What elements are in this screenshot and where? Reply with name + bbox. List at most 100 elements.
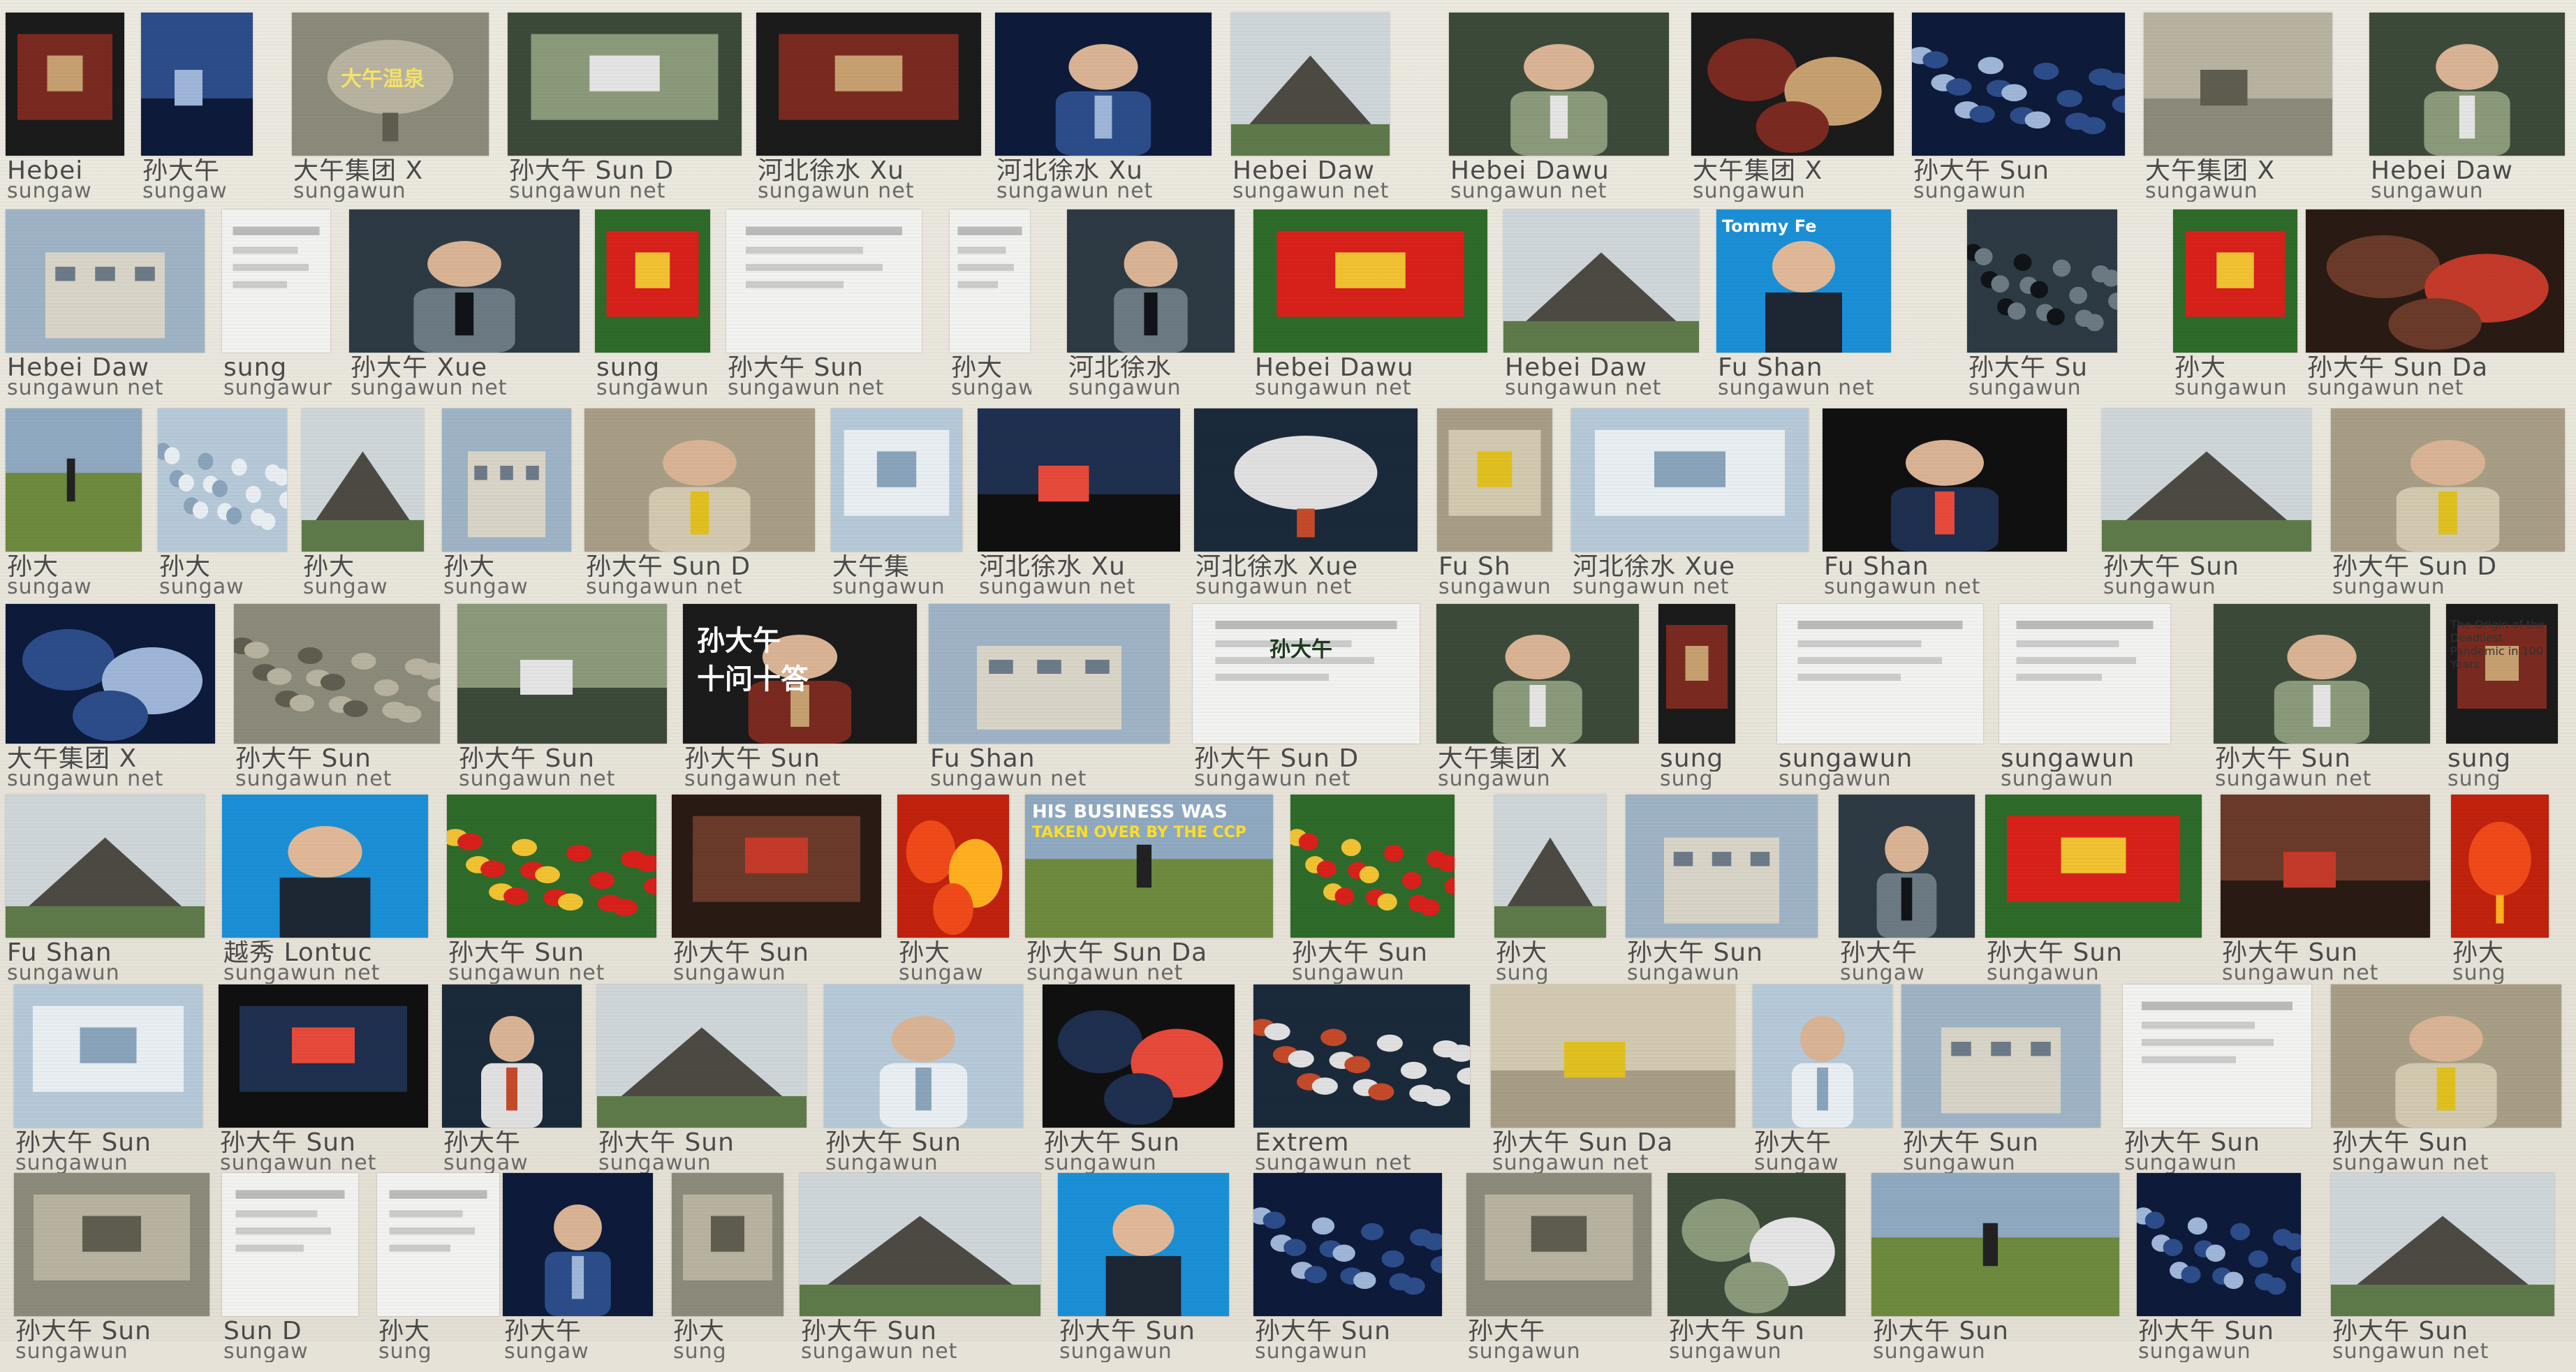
result-thumbnail[interactable] (897, 795, 1009, 938)
result-title[interactable]: Fu Sh (1438, 554, 1554, 580)
result-thumbnail[interactable] (14, 984, 203, 1128)
result-title[interactable]: 越秀 Lontuc (223, 941, 429, 966)
result-thumbnail[interactable] (2331, 984, 2561, 1128)
result-thumbnail[interactable] (1839, 795, 1975, 938)
image-result[interactable]: 孙大午 sungaw (141, 13, 253, 212)
result-thumbnail[interactable] (1503, 209, 1699, 353)
image-result[interactable]: 孙大午 Sun sungawun (672, 795, 881, 994)
image-result[interactable]: HIS BUSINESS WAS TAKEN OVER BY THE CCP 孙大午… (1025, 795, 1273, 994)
result-title[interactable]: 孙大 (2452, 941, 2550, 966)
result-thumbnail[interactable] (141, 13, 253, 156)
image-result[interactable]: 孙大午 Sun sungawun (1058, 1173, 1229, 1372)
result-title[interactable]: Hebei Dawu (1450, 158, 1670, 184)
result-thumbnail[interactable] (2144, 13, 2332, 156)
result-title[interactable]: sungawun (2001, 746, 2172, 772)
image-result[interactable]: 孙大午 sungaw (1839, 795, 1975, 994)
image-result[interactable]: 孙大午 Sun sungawun net (234, 604, 440, 799)
result-title[interactable]: 孙大午 Sun (1292, 941, 1456, 966)
result-thumbnail[interactable] (447, 795, 656, 938)
result-title[interactable]: Hebei Daw (1505, 355, 1700, 381)
result-title[interactable]: Sun D (223, 1319, 360, 1344)
image-result[interactable]: 大午集 sungawun (831, 408, 962, 607)
result-title[interactable]: sung (223, 355, 332, 381)
result-thumbnail[interactable] (442, 984, 582, 1128)
result-thumbnail[interactable] (442, 408, 571, 552)
image-result[interactable]: 孙大午 sungaw (442, 984, 582, 1183)
result-title[interactable]: 孙大午 Sun (1873, 1319, 2121, 1344)
result-title[interactable]: 孙大午 Sun (2124, 1130, 2313, 1156)
image-result[interactable]: Hebei Daw sungawun net (6, 209, 205, 408)
result-thumbnail[interactable]: 孙大午 (1193, 604, 1420, 744)
result-title[interactable]: 孙大 (159, 554, 288, 580)
result-title[interactable]: 孙大午 Sun D (2332, 554, 2566, 580)
image-result[interactable]: 孙大午 Sun sungawun (14, 1173, 209, 1372)
result-title[interactable]: Hebei Daw (1232, 158, 1391, 184)
result-thumbnail[interactable] (726, 209, 922, 353)
result-thumbnail[interactable] (158, 408, 287, 552)
result-thumbnail[interactable] (1466, 1173, 1651, 1316)
image-result[interactable]: 孙大午 Sun sungawun (2102, 408, 2311, 607)
result-title[interactable]: 河北徐水 Xue (1195, 554, 1419, 580)
image-result[interactable]: 孙大午 Sun sungawun (2137, 1173, 2301, 1372)
result-thumbnail[interactable] (1777, 604, 1983, 744)
image-result[interactable]: 孙大午 Sun sungawun net (2214, 604, 2430, 799)
result-thumbnail[interactable] (6, 209, 205, 353)
image-result[interactable]: 孙大午 Sun sungawun net (800, 1173, 1040, 1372)
image-result[interactable]: 孙大午 十问十答 孙大午 Sun sungawun net (683, 604, 917, 799)
result-thumbnail[interactable] (1231, 13, 1390, 156)
result-title[interactable]: 孙大 (2174, 355, 2299, 381)
result-title[interactable]: sung (1660, 746, 1737, 772)
image-result[interactable]: 孙大 sung (377, 1173, 499, 1372)
result-thumbnail[interactable] (503, 1173, 653, 1316)
result-thumbnail[interactable] (1967, 209, 2117, 353)
result-thumbnail[interactable] (1626, 795, 1818, 938)
result-title[interactable]: 河北徐水 (1068, 355, 1236, 381)
result-title[interactable]: 孙大午 Sun D (1194, 746, 1421, 772)
result-thumbnail[interactable] (2331, 1173, 2554, 1316)
image-result[interactable]: sungawun sungawun (1999, 604, 2170, 799)
image-result[interactable]: Hebei Daw sungawun net (1231, 13, 1390, 212)
result-title[interactable]: 孙大 (1496, 941, 1607, 966)
result-thumbnail[interactable] (2123, 984, 2311, 1128)
result-title[interactable]: sung (596, 355, 712, 381)
image-result[interactable]: 河北徐水 Xu sungawun net (978, 408, 1180, 607)
image-result[interactable]: 孙大午 Sun Da sungawun net (2306, 209, 2564, 408)
result-thumbnail[interactable] (2306, 209, 2564, 353)
result-title[interactable]: 孙大午 Sun (448, 941, 658, 966)
result-thumbnail[interactable] (1437, 408, 1552, 552)
result-thumbnail[interactable] (6, 604, 215, 744)
result-title[interactable]: Hebei Dawu (1255, 355, 1489, 381)
result-title[interactable]: 大午集团 X (2145, 158, 2334, 184)
result-title[interactable]: 孙大午 Sun (2332, 1319, 2556, 1344)
result-title[interactable]: 孙大午 Sun (801, 1319, 1042, 1344)
result-thumbnail[interactable] (1058, 1173, 1229, 1316)
image-result[interactable]: 河北徐水 Xu sungawun net (995, 13, 1212, 212)
image-result[interactable]: Hebei Daw sungawun net (1503, 209, 1699, 408)
result-thumbnail[interactable] (2331, 408, 2565, 552)
result-thumbnail[interactable] (2102, 408, 2311, 552)
image-result[interactable]: Fu Shan sungawun net (1823, 408, 2067, 607)
result-thumbnail[interactable] (222, 795, 428, 938)
result-thumbnail[interactable] (597, 984, 807, 1128)
result-title[interactable]: 孙大午 Sun (15, 1319, 211, 1344)
result-thumbnail[interactable] (800, 1173, 1040, 1316)
result-thumbnail[interactable] (222, 209, 330, 353)
result-thumbnail[interactable] (219, 984, 428, 1128)
result-thumbnail[interactable] (950, 209, 1030, 353)
result-thumbnail[interactable] (2221, 795, 2430, 938)
result-thumbnail[interactable] (672, 795, 881, 938)
result-title[interactable]: Fu Shan (1718, 355, 1892, 381)
result-title[interactable]: 孙大午 Su (1968, 355, 2119, 381)
image-result[interactable]: 越秀 Lontuc sungawun net (222, 795, 428, 994)
image-result[interactable]: Tommy Fe Fu Shan sungawun net (1716, 209, 1891, 408)
result-thumbnail[interactable] (377, 1173, 499, 1316)
result-title[interactable]: 孙大午 Sun (459, 746, 668, 772)
image-result[interactable]: Hebei Daw sungawun (2369, 13, 2565, 212)
result-title[interactable]: sungawun (1779, 746, 1985, 772)
result-thumbnail[interactable] (1999, 604, 2170, 744)
result-thumbnail[interactable] (672, 1173, 783, 1316)
result-title[interactable]: Fu Shan (1824, 554, 2068, 580)
result-thumbnail[interactable] (2369, 13, 2565, 156)
result-title[interactable]: 河北徐水 Xu (996, 158, 1213, 184)
result-thumbnail[interactable] (1494, 795, 1606, 938)
